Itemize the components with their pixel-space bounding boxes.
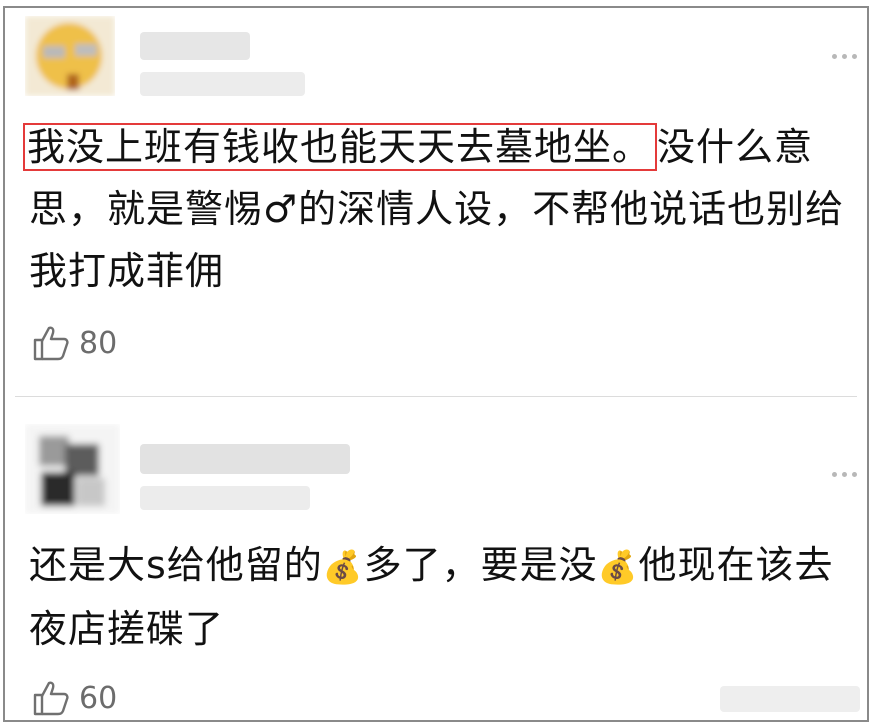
timestamp-blurred <box>140 486 310 510</box>
like-count: 60 <box>79 680 118 716</box>
money-bag-icon: 💰 <box>597 548 639 586</box>
username-blurred[interactable] <box>140 444 350 474</box>
thumbs-up-icon <box>33 326 69 361</box>
comment-item: 我没上班有钱收也能天天去墓地坐。 没什么意思，就是警惕♂的深情人设，不帮他说话也别… <box>5 8 867 396</box>
comment-item: 还是大s给他留的💰多了，要是没💰他现在该去夜店搓碟了 60 <box>5 396 867 726</box>
avatar[interactable] <box>25 16 115 96</box>
avatar[interactable] <box>25 424 120 514</box>
timestamp-blurred <box>140 72 305 96</box>
comment-text: 还是大s给他留的💰多了，要是没💰他现在该去夜店搓碟了 <box>29 534 859 660</box>
like-count: 80 <box>79 325 118 361</box>
comment-text-part: 多了，要是没 <box>363 543 598 587</box>
comment-text-part: 还是大s给他留的 <box>29 543 323 587</box>
more-options-icon[interactable] <box>832 472 857 477</box>
money-bag-icon: 💰 <box>322 548 364 586</box>
watermark-blurred <box>720 686 860 712</box>
like-button[interactable]: 60 <box>31 678 117 718</box>
username-blurred[interactable] <box>140 32 250 60</box>
more-options-icon[interactable] <box>832 54 857 59</box>
comment-text: 我没上班有钱收也能天天去墓地坐。 没什么意思，就是警惕♂的深情人设，不帮他说话也别… <box>23 116 859 302</box>
highlighted-quote: 我没上班有钱收也能天天去墓地坐。 <box>23 123 658 171</box>
comment-list: 我没上班有钱收也能天天去墓地坐。 没什么意思，就是警惕♂的深情人设，不帮他说话也别… <box>3 6 869 722</box>
thumbs-up-icon <box>33 681 69 716</box>
like-button[interactable]: 80 <box>31 323 117 363</box>
